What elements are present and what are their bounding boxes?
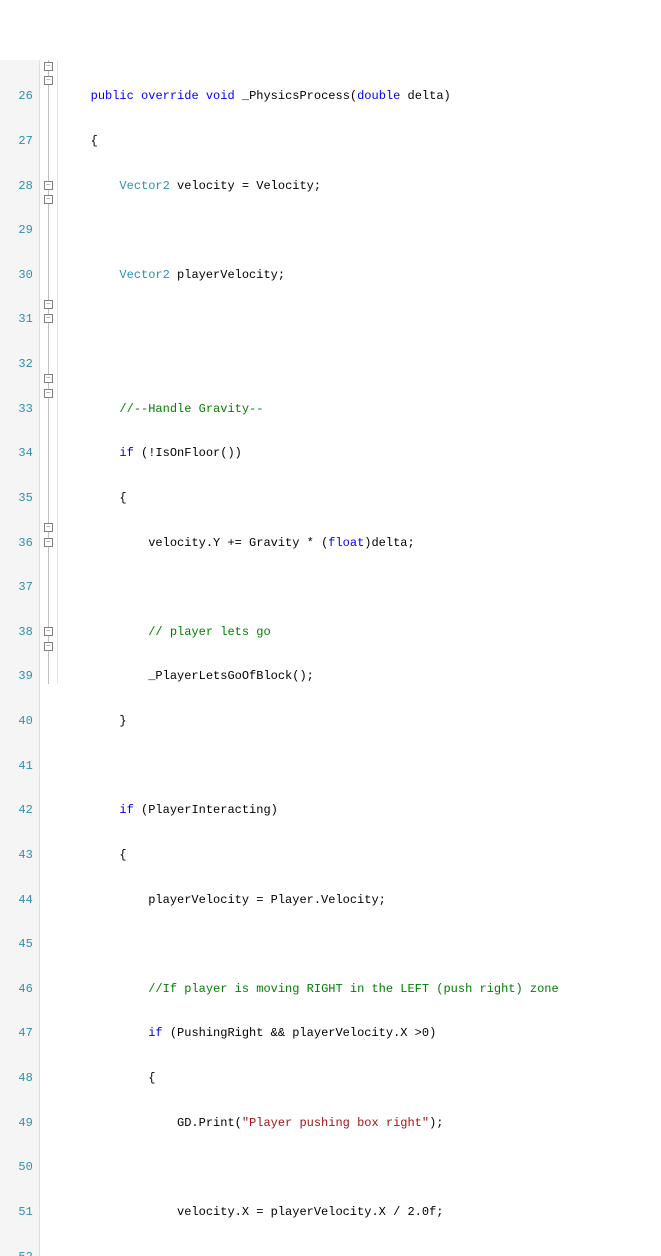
code-line[interactable]: if (PlayerInteracting) — [62, 803, 559, 818]
line-number: 41 — [4, 759, 33, 774]
code-line[interactable]: } — [62, 714, 559, 729]
code-area[interactable]: public override void _PhysicsProcess(dou… — [58, 60, 559, 1256]
line-number: 34 — [4, 446, 33, 461]
line-number: 40 — [4, 714, 33, 729]
line-number: 32 — [4, 357, 33, 372]
code-line[interactable] — [62, 1250, 559, 1256]
fold-toggle-icon[interactable]: − — [44, 374, 53, 383]
fold-toggle-icon[interactable]: − — [44, 627, 53, 636]
fold-toggle-icon[interactable]: − — [44, 195, 53, 204]
line-number: 31 — [4, 312, 33, 327]
code-line[interactable] — [62, 357, 559, 372]
code-line[interactable] — [62, 312, 559, 327]
line-number: 50 — [4, 1160, 33, 1175]
line-number: 38 — [4, 625, 33, 640]
line-number-gutter: 26 27 28 29 30 31 32 33 34 35 36 37 38 3… — [0, 60, 40, 1256]
code-line[interactable] — [62, 580, 559, 595]
code-line[interactable] — [62, 759, 559, 774]
code-line[interactable] — [62, 1160, 559, 1175]
line-number: 26 — [4, 89, 33, 104]
fold-toggle-icon[interactable]: − — [44, 523, 53, 532]
line-number: 46 — [4, 982, 33, 997]
line-number: 39 — [4, 669, 33, 684]
code-line[interactable]: { — [62, 848, 559, 863]
line-number: 27 — [4, 134, 33, 149]
code-line[interactable]: playerVelocity = Player.Velocity; — [62, 893, 559, 908]
code-line[interactable]: Vector2 playerVelocity; — [62, 268, 559, 283]
line-number: 52 — [4, 1250, 33, 1256]
line-number: 36 — [4, 536, 33, 551]
code-line[interactable]: Vector2 velocity = Velocity; — [62, 179, 559, 194]
code-line[interactable]: if (!IsOnFloor()) — [62, 446, 559, 461]
code-line[interactable]: { — [62, 491, 559, 506]
code-line[interactable] — [62, 937, 559, 952]
line-number: 37 — [4, 580, 33, 595]
code-line[interactable]: //If player is moving RIGHT in the LEFT … — [62, 982, 559, 997]
code-line[interactable]: if (PushingRight && playerVelocity.X >0) — [62, 1026, 559, 1041]
code-line[interactable] — [62, 223, 559, 238]
code-line[interactable]: velocity.X = playerVelocity.X / 2.0f; — [62, 1205, 559, 1220]
fold-toggle-icon[interactable]: − — [44, 314, 53, 323]
code-line[interactable]: { — [62, 134, 559, 149]
code-line[interactable]: //--Handle Gravity-- — [62, 402, 559, 417]
code-line[interactable]: // player lets go — [62, 625, 559, 640]
fold-toggle-icon[interactable]: − — [44, 642, 53, 651]
fold-toggle-icon[interactable]: − — [44, 181, 53, 190]
code-line[interactable]: { — [62, 1071, 559, 1086]
line-number: 43 — [4, 848, 33, 863]
fold-gutter: − − − − − − − − − − − − — [40, 60, 58, 685]
fold-toggle-icon[interactable]: − — [44, 300, 53, 309]
code-line[interactable]: GD.Print("Player pushing box right"); — [62, 1116, 559, 1131]
line-number: 47 — [4, 1026, 33, 1041]
line-number: 48 — [4, 1071, 33, 1086]
line-number: 51 — [4, 1205, 33, 1220]
line-number: 35 — [4, 491, 33, 506]
line-number: 29 — [4, 223, 33, 238]
code-editor: 26 27 28 29 30 31 32 33 34 35 36 37 38 3… — [0, 60, 661, 1256]
line-number: 30 — [4, 268, 33, 283]
line-number: 42 — [4, 803, 33, 818]
line-number: 28 — [4, 179, 33, 194]
line-number: 44 — [4, 893, 33, 908]
line-number: 45 — [4, 937, 33, 952]
code-line[interactable]: velocity.Y += Gravity * (float)delta; — [62, 536, 559, 551]
fold-toggle-icon[interactable]: − — [44, 62, 53, 71]
code-line[interactable]: _PlayerLetsGoOfBlock(); — [62, 669, 559, 684]
code-line[interactable]: public override void _PhysicsProcess(dou… — [62, 89, 559, 104]
fold-toggle-icon[interactable]: − — [44, 538, 53, 547]
line-number: 49 — [4, 1116, 33, 1131]
line-number: 33 — [4, 402, 33, 417]
fold-toggle-icon[interactable]: − — [44, 389, 53, 398]
fold-toggle-icon[interactable]: − — [44, 76, 53, 85]
